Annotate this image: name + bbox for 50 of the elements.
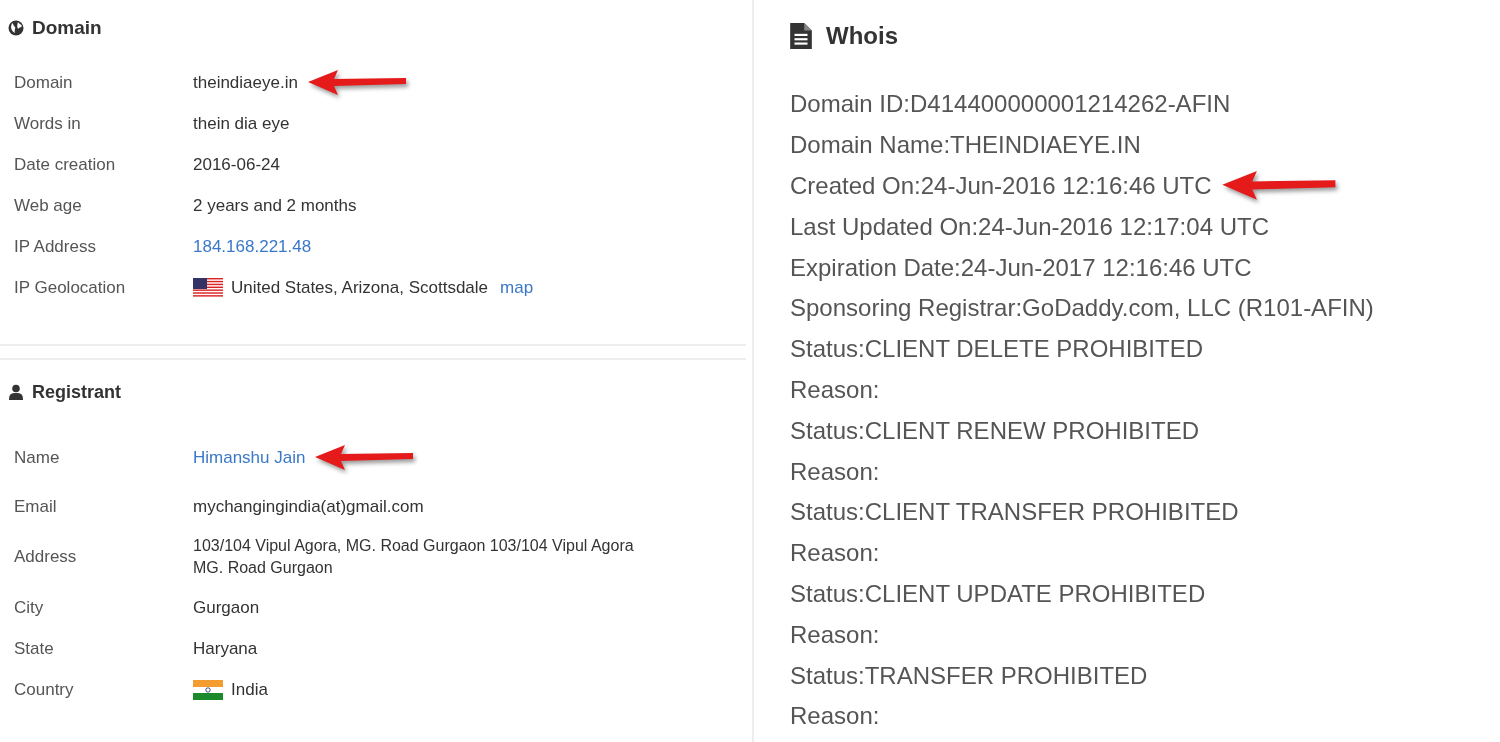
field-label: Country <box>13 679 75 700</box>
whois-line: Reason: <box>790 620 880 649</box>
globe-icon <box>8 20 24 36</box>
field-value: mychangingindia(at)gmail.com <box>193 496 424 517</box>
whois-line: Status:CLIENT TRANSFER PROHIBITED <box>790 498 1239 527</box>
flag-icon <box>193 277 223 298</box>
whois-line: Expiration Date:24-Jun-2017 12:16:46 UTC <box>790 253 1252 282</box>
field-label: Words in <box>13 113 82 134</box>
field-value: India <box>231 679 268 700</box>
map-link[interactable]: map <box>500 277 534 298</box>
whois-line: Created On:24-Jun-2016 12:16:46 UTC <box>790 172 1212 200</box>
field-label: Address <box>13 547 78 567</box>
person-icon <box>8 384 24 400</box>
field-link[interactable]: Himanshu Jain <box>193 448 306 468</box>
whois-line: Domain ID:D414400000001214262-AFIN <box>790 90 1231 119</box>
field-link[interactable]: 184.168.221.48 <box>193 236 312 257</box>
field-value: Gurgaon <box>193 597 260 618</box>
whois-line: Status:CLIENT UPDATE PROHIBITED <box>790 579 1206 608</box>
field-label: Email <box>13 496 58 517</box>
whois-line: Sponsoring Registrar:GoDaddy.com, LLC (R101-AFIN) <box>790 294 1374 323</box>
whois-line: Status:CLIENT RENEW PROHIBITED <box>790 416 1199 445</box>
document-icon <box>790 23 812 49</box>
field-value: thein dia eye <box>193 113 290 134</box>
section-title: Domain <box>32 17 102 39</box>
field-value: Haryana <box>193 638 258 659</box>
whois-line: Status:CLIENT DELETE PROHIBITED <box>790 335 1203 364</box>
field-value: United States, Arizona, Scottsdale <box>231 277 489 298</box>
field-label: Name <box>13 448 61 468</box>
field-label: Date creation <box>13 154 117 175</box>
field-label: Domain <box>13 72 74 93</box>
field-label: IP Address <box>13 236 97 257</box>
section-title: Registrant <box>32 381 121 403</box>
flag-icon <box>193 679 223 700</box>
section-title: Whois <box>826 22 898 50</box>
field-label: City <box>13 597 45 618</box>
field-label: IP Geolocation <box>13 277 127 298</box>
field-value: MG. Road Gurgaon <box>193 559 334 577</box>
whois-line: Reason: <box>790 539 880 568</box>
field-value: 2016-06-24 <box>193 154 280 175</box>
whois-line: Reason: <box>790 457 880 486</box>
whois-line: Reason: <box>790 375 880 404</box>
whois-line: Reason: <box>790 702 880 731</box>
whois-line: Status:TRANSFER PROHIBITED <box>790 661 1148 690</box>
field-value: 103/104 Vipul Agora, MG. Road Gurgaon 103/104 Vipul Agora <box>193 537 634 555</box>
field-label: State <box>13 638 55 659</box>
whois-line: Domain Name:THEINDIAEYE.IN <box>790 131 1141 160</box>
field-label: Web age <box>13 195 83 216</box>
field-value: 2 years and 2 months <box>193 195 357 216</box>
whois-line: Last Updated On:24-Jun-2016 12:17:04 UTC <box>790 212 1269 241</box>
field-value: theindiaeye.in <box>193 72 298 93</box>
